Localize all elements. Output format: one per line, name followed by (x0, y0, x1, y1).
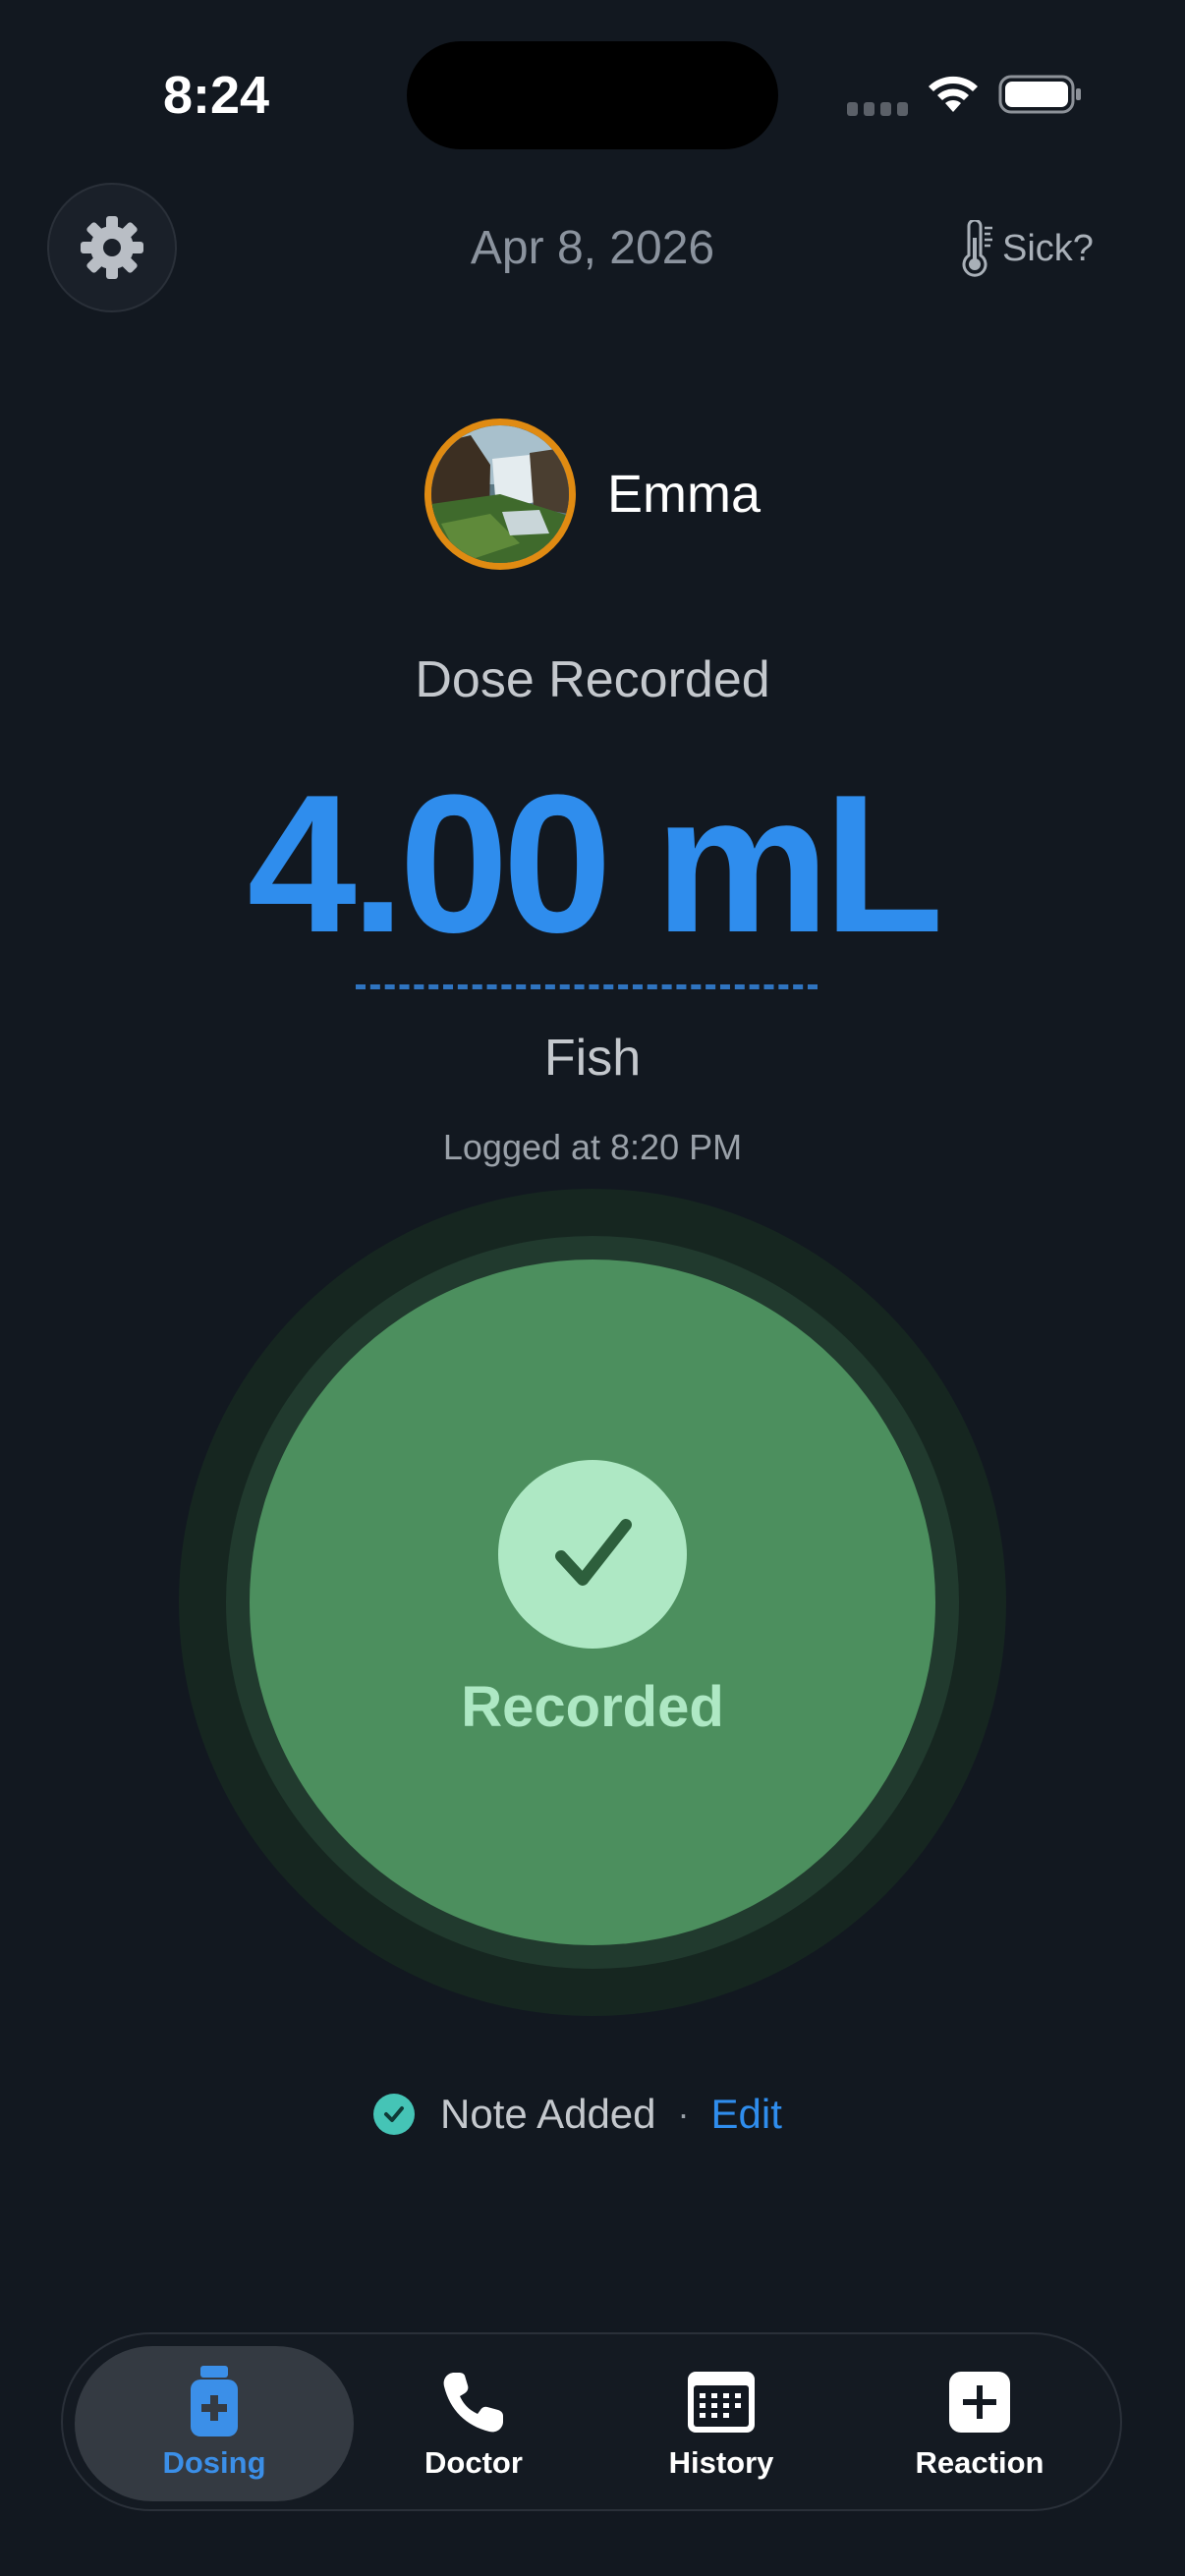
settings-button[interactable] (47, 183, 177, 312)
tab-doctor[interactable]: Doctor (375, 2346, 572, 2501)
avatar[interactable] (424, 419, 576, 570)
tab-bar: Dosing Doctor History Reaction (61, 2332, 1122, 2511)
thermometer-icon (962, 220, 992, 277)
tab-history[interactable]: History (623, 2346, 819, 2501)
tab-label: Dosing (162, 2445, 266, 2480)
cellular-signal-icon (847, 102, 908, 116)
checkmark-icon (555, 1519, 632, 1586)
dose-amount[interactable]: 4.00 mL (150, 756, 1035, 973)
sick-button[interactable]: Sick? (959, 216, 1116, 281)
note-separator: · (677, 2094, 690, 2134)
battery-icon (998, 75, 1081, 114)
sick-label: Sick? (1002, 227, 1094, 269)
avatar-photo (431, 425, 569, 563)
phone-icon (443, 2373, 503, 2433)
tab-label: History (668, 2445, 774, 2480)
record-button-label: Recorded (461, 1675, 724, 1739)
wifi-icon (929, 76, 978, 112)
date-title: Apr 8, 2026 (470, 222, 715, 274)
gear-icon (81, 216, 143, 279)
note-status-row: Note Added · Edit (373, 2081, 825, 2148)
record-check-badge (498, 1460, 687, 1649)
note-status-text: Note Added (440, 2091, 656, 2137)
medicine-bottle-icon (191, 2366, 238, 2436)
dose-status-label: Dose Recorded (415, 651, 770, 708)
note-check-icon (373, 2094, 415, 2135)
screen: 8:24 Apr 8, 2026 Sick? Emma Dose Recorde… (0, 0, 1185, 2576)
tab-label: Doctor (424, 2445, 523, 2480)
allergen-name: Fish (543, 1030, 642, 1087)
tab-label: Reaction (915, 2445, 1044, 2480)
logged-time: Logged at 8:20 PM (442, 1127, 743, 1167)
profile-name: Emma (607, 465, 762, 524)
plus-square-icon (949, 2372, 1010, 2433)
dose-amount-underline (356, 984, 818, 989)
tab-reaction[interactable]: Reaction (867, 2346, 1093, 2501)
dynamic-island (407, 41, 778, 149)
edit-note-link[interactable]: Edit (711, 2091, 782, 2138)
status-time: 8:24 (162, 66, 270, 125)
tab-dosing[interactable]: Dosing (75, 2346, 354, 2501)
calendar-icon (688, 2372, 755, 2433)
